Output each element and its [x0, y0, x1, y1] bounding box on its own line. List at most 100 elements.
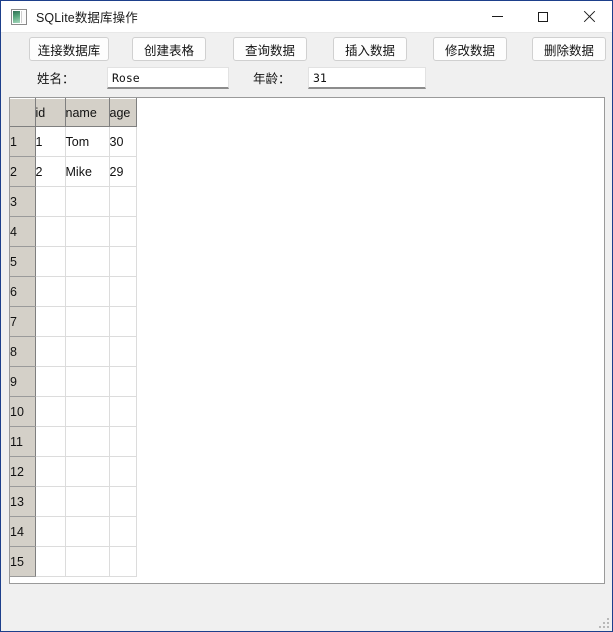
resize-grip-icon[interactable] [596, 615, 609, 628]
client-area: 连接数据库 创建表格 查询数据 插入数据 修改数据 删除数据 姓名： 年龄： i… [1, 33, 612, 631]
name-label: 姓名： [37, 72, 75, 86]
table-cell[interactable] [35, 246, 66, 277]
close-icon [583, 11, 595, 23]
table-cell[interactable] [35, 426, 66, 457]
table-cell[interactable]: Mike [65, 156, 110, 187]
row-header[interactable]: 8 [10, 336, 36, 367]
connect-database-button[interactable]: 连接数据库 [29, 37, 109, 61]
table-cell[interactable] [109, 216, 137, 247]
insert-data-button[interactable]: 插入数据 [333, 37, 407, 61]
row-header[interactable]: 7 [10, 306, 36, 337]
table-cell[interactable] [35, 486, 66, 517]
table-cell[interactable] [65, 186, 110, 217]
table-cell[interactable] [65, 336, 110, 367]
close-button[interactable] [566, 1, 612, 32]
table-cell[interactable] [65, 396, 110, 427]
table-cell-spacer [136, 456, 604, 487]
table-row: 4 [10, 216, 604, 247]
table-cell[interactable] [109, 486, 137, 517]
maximize-icon [538, 11, 548, 22]
table-cell[interactable]: 29 [109, 156, 137, 187]
table-cell[interactable] [109, 246, 137, 277]
data-table-panel[interactable]: id name age 1 1 Tom 30 2 2 Mike 29 3 4 5 6 7 8 9 10 11 12… [9, 97, 605, 584]
app-window: SQLite数据库操作 连接数据库 创建表格 查询数据 插入数据 修改数据 删除… [0, 0, 613, 632]
row-header[interactable]: 4 [10, 216, 36, 247]
table-cell[interactable] [109, 456, 137, 487]
table-cell[interactable]: 1 [35, 126, 66, 157]
table-row: 7 [10, 306, 604, 337]
row-header[interactable]: 13 [10, 486, 36, 517]
table-cell[interactable] [35, 336, 66, 367]
table-cell[interactable] [109, 546, 137, 577]
row-header[interactable]: 11 [10, 426, 36, 457]
table-cell[interactable] [35, 306, 66, 337]
minimize-icon [491, 16, 503, 17]
create-table-button[interactable]: 创建表格 [132, 37, 206, 61]
update-data-button[interactable]: 修改数据 [433, 37, 507, 61]
row-header[interactable]: 1 [10, 126, 36, 157]
table-cell[interactable] [35, 516, 66, 547]
table-cell[interactable] [65, 306, 110, 337]
table-cell[interactable] [35, 366, 66, 397]
table-cell-spacer [136, 126, 604, 157]
table-cell[interactable] [65, 516, 110, 547]
table-cell[interactable] [109, 516, 137, 547]
row-header[interactable]: 12 [10, 456, 36, 487]
column-header-filler [136, 98, 604, 127]
table-cell[interactable] [35, 186, 66, 217]
table-row: 9 [10, 366, 604, 397]
row-header[interactable]: 9 [10, 366, 36, 397]
table-cell[interactable] [65, 486, 110, 517]
table-cell[interactable] [65, 246, 110, 277]
table-head: id name age [10, 98, 604, 127]
column-header-id[interactable]: id [35, 98, 66, 127]
table-row: 10 [10, 396, 604, 427]
minimize-button[interactable] [474, 1, 520, 32]
table-cell-spacer [136, 486, 604, 517]
row-header[interactable]: 6 [10, 276, 36, 307]
window-title: SQLite数据库操作 [36, 11, 138, 25]
table-row: 15 [10, 546, 604, 577]
table-cell-spacer [136, 306, 604, 337]
row-header[interactable]: 2 [10, 156, 36, 187]
table-cell[interactable] [109, 186, 137, 217]
row-header[interactable]: 5 [10, 246, 36, 277]
table-cell[interactable] [35, 456, 66, 487]
table-cell-spacer [136, 156, 604, 187]
table-cell[interactable] [65, 546, 110, 577]
row-header[interactable]: 3 [10, 186, 36, 217]
column-header-age[interactable]: age [109, 98, 137, 127]
table-row: 12 [10, 456, 604, 487]
table-cell[interactable] [35, 396, 66, 427]
query-data-button[interactable]: 查询数据 [233, 37, 307, 61]
table-cell[interactable] [109, 276, 137, 307]
age-input[interactable] [308, 67, 426, 89]
table-cell[interactable] [35, 216, 66, 247]
table-row: 11 [10, 426, 604, 457]
table-cell[interactable] [109, 426, 137, 457]
title-bar[interactable]: SQLite数据库操作 [1, 1, 612, 33]
table-cell[interactable]: 2 [35, 156, 66, 187]
delete-data-button[interactable]: 删除数据 [532, 37, 606, 61]
table-cell[interactable] [35, 546, 66, 577]
table-row: 5 [10, 246, 604, 277]
table-cell[interactable] [109, 366, 137, 397]
row-header[interactable]: 14 [10, 516, 36, 547]
table-cell[interactable] [65, 426, 110, 457]
name-input[interactable] [107, 67, 229, 89]
table-cell[interactable] [109, 306, 137, 337]
table-cell[interactable] [35, 276, 66, 307]
maximize-button[interactable] [520, 1, 566, 32]
column-header-name[interactable]: name [65, 98, 110, 127]
row-header[interactable]: 10 [10, 396, 36, 427]
table-cell[interactable]: Tom [65, 126, 110, 157]
table-cell[interactable] [109, 396, 137, 427]
table-cell[interactable]: 30 [109, 126, 137, 157]
table-corner-cell[interactable] [10, 98, 36, 127]
table-cell[interactable] [109, 336, 137, 367]
table-cell[interactable] [65, 276, 110, 307]
table-cell[interactable] [65, 366, 110, 397]
table-cell[interactable] [65, 216, 110, 247]
row-header[interactable]: 15 [10, 546, 36, 577]
table-cell[interactable] [65, 456, 110, 487]
